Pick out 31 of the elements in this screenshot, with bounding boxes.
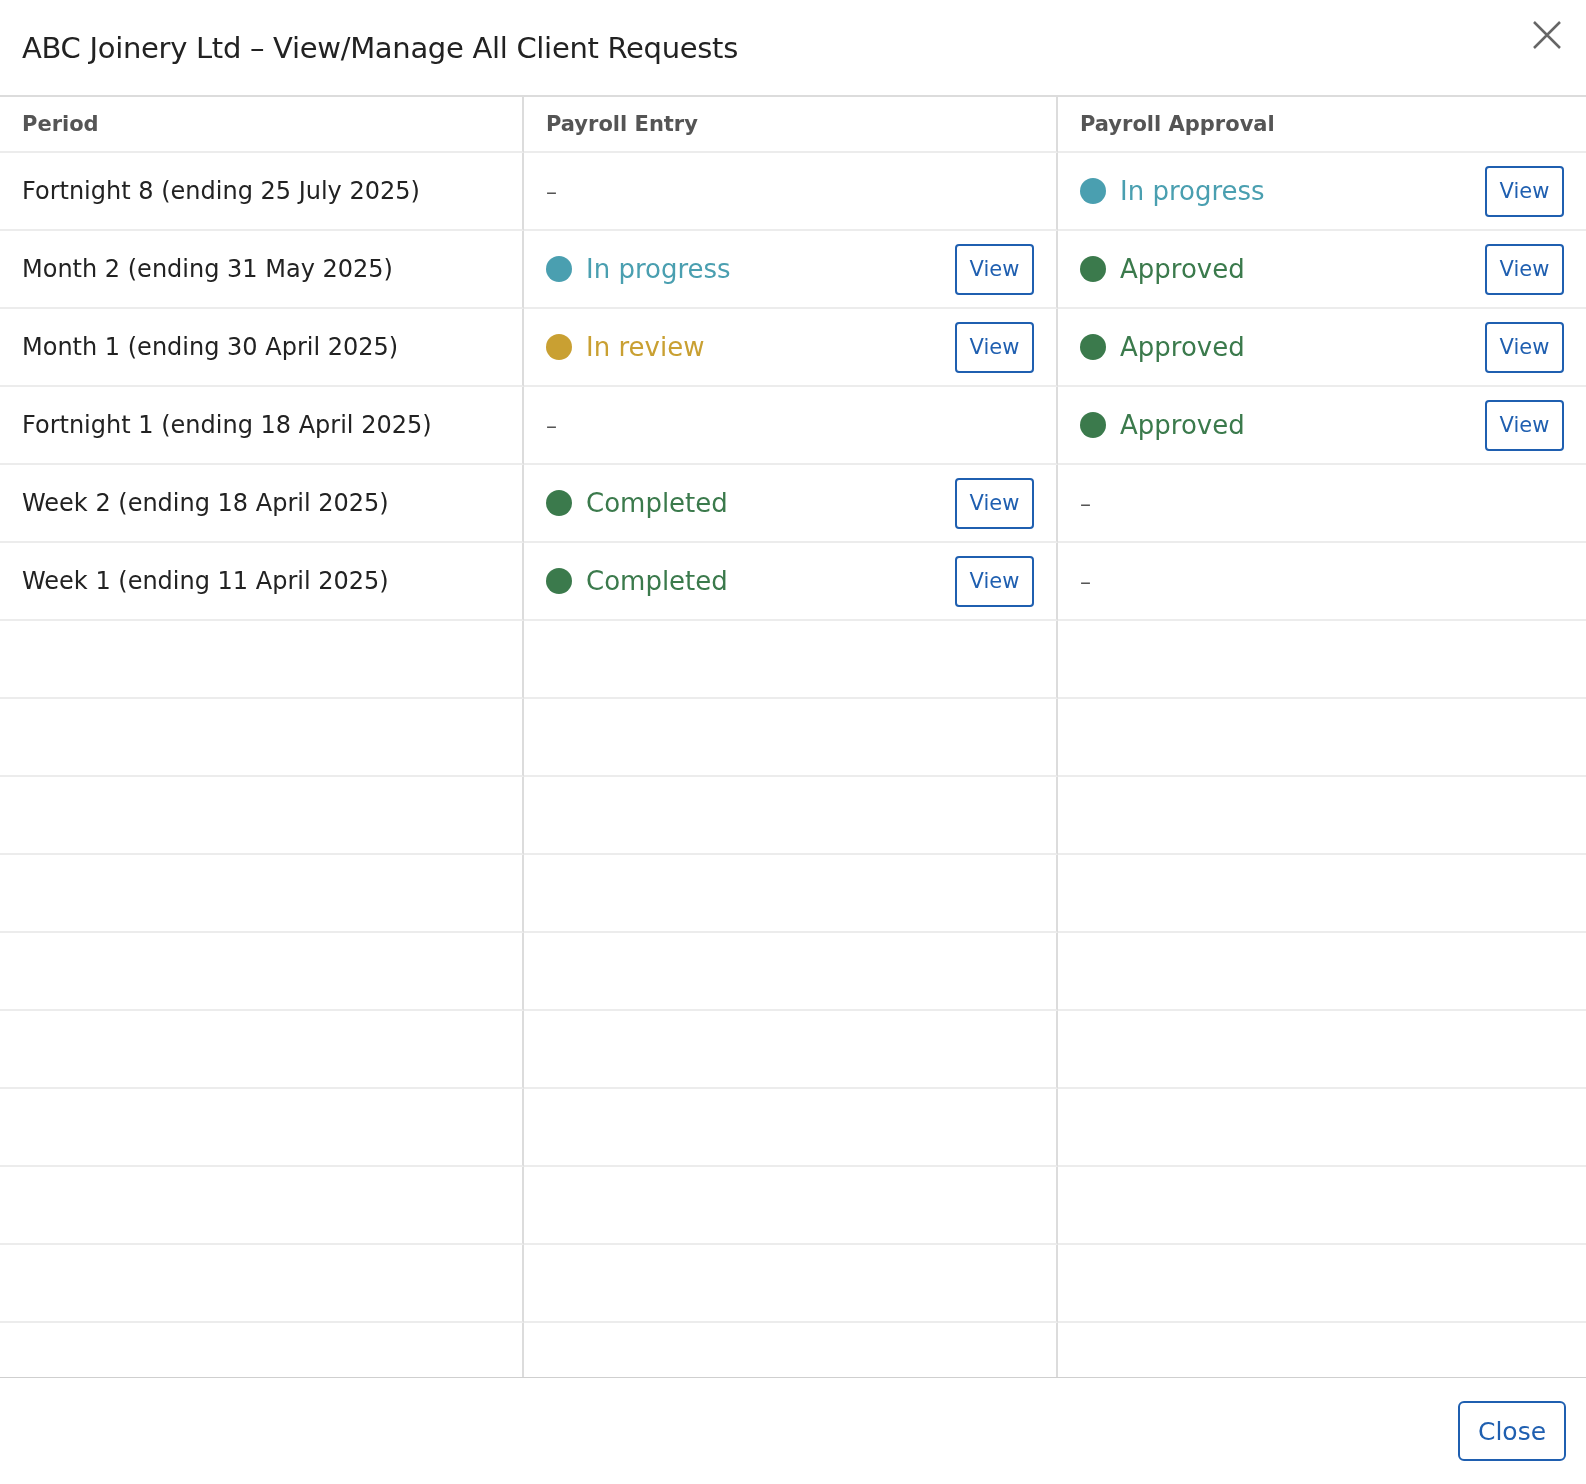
status-label: Completed <box>586 488 729 518</box>
column-header: Payroll Approval <box>1080 112 1275 136</box>
status-label: Completed <box>586 566 729 596</box>
table-cell: Month 2 (ending 31 May 2025) <box>0 231 524 309</box>
column-header: Payroll Entry <box>546 112 698 136</box>
status-label: Approved <box>1120 254 1246 284</box>
empty-dash: – <box>546 178 557 204</box>
close-button[interactable]: Close <box>1458 1401 1566 1461</box>
table-cell: Month 1 (ending 30 April 2025) <box>0 309 524 387</box>
view-button[interactable]: View <box>1485 165 1564 217</box>
table-cell: Week 1 (ending 11 April 2025) <box>0 543 524 621</box>
view-button[interactable]: View <box>955 321 1034 373</box>
table-cell: Fortnight 1 (ending 18 April 2025) <box>0 387 524 465</box>
status-label: Approved <box>1120 410 1246 440</box>
table-cell: Fortnight 8 (ending 25 July 2025) <box>0 153 524 231</box>
status-label: In progress <box>1120 176 1266 206</box>
dialog-title: ABC Joinery Ltd – View/Manage All Client Requests <box>22 30 738 65</box>
view-button[interactable]: View <box>1485 321 1564 373</box>
view-button[interactable]: View <box>955 555 1034 607</box>
column-header: Period <box>22 112 99 136</box>
status-label: In progress <box>586 254 732 284</box>
empty-dash: – <box>546 412 557 438</box>
view-button[interactable]: View <box>1485 399 1564 451</box>
empty-dash: – <box>1080 490 1091 516</box>
view-button[interactable]: View <box>955 477 1034 529</box>
view-button[interactable]: View <box>955 243 1034 295</box>
status-label: Approved <box>1120 332 1246 362</box>
status-label: In review <box>586 332 706 362</box>
empty-dash: – <box>1080 568 1091 594</box>
view-button[interactable]: View <box>1485 243 1564 295</box>
table-cell: Week 2 (ending 18 April 2025) <box>0 465 524 543</box>
